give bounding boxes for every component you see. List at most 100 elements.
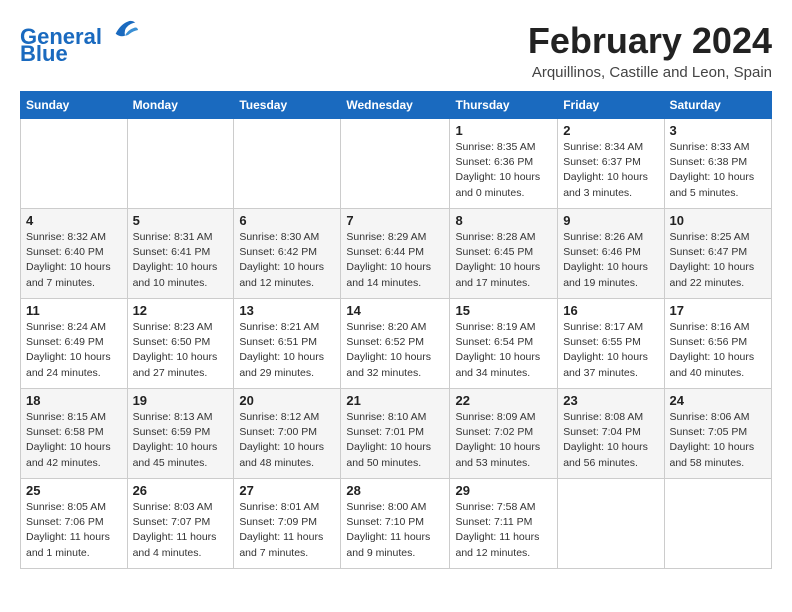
- day-number: 15: [455, 303, 552, 318]
- calendar-cell: 27 Sunrise: 8:01 AM Sunset: 7:09 PM Dayli…: [234, 479, 341, 569]
- day-number: 25: [26, 483, 122, 498]
- day-info: Sunrise: 8:24 AM Sunset: 6:49 PM Dayligh…: [26, 320, 122, 381]
- calendar-cell: 7 Sunrise: 8:29 AM Sunset: 6:44 PM Daylig…: [341, 209, 450, 299]
- calendar-cell: 18 Sunrise: 8:15 AM Sunset: 6:58 PM Dayli…: [21, 389, 128, 479]
- day-number: 5: [133, 213, 229, 228]
- day-info: Sunrise: 8:30 AM Sunset: 6:42 PM Dayligh…: [239, 230, 335, 291]
- day-number: 11: [26, 303, 122, 318]
- weekday-header-row: SundayMondayTuesdayWednesdayThursdayFrid…: [21, 92, 772, 119]
- calendar-cell: 1 Sunrise: 8:35 AM Sunset: 6:36 PM Daylig…: [450, 119, 558, 209]
- calendar-cell: 16 Sunrise: 8:17 AM Sunset: 6:55 PM Dayli…: [558, 299, 664, 389]
- day-info: Sunrise: 7:58 AM Sunset: 7:11 PM Dayligh…: [455, 500, 552, 561]
- day-number: 4: [26, 213, 122, 228]
- title-block: February 2024 Arquillinos, Castille and …: [528, 20, 772, 81]
- day-info: Sunrise: 8:12 AM Sunset: 7:00 PM Dayligh…: [239, 410, 335, 471]
- day-info: Sunrise: 8:06 AM Sunset: 7:05 PM Dayligh…: [670, 410, 767, 471]
- day-number: 23: [563, 393, 658, 408]
- day-number: 24: [670, 393, 767, 408]
- calendar-cell: [21, 119, 128, 209]
- day-info: Sunrise: 8:19 AM Sunset: 6:54 PM Dayligh…: [455, 320, 552, 381]
- day-number: 19: [133, 393, 229, 408]
- day-info: Sunrise: 8:16 AM Sunset: 6:56 PM Dayligh…: [670, 320, 767, 381]
- day-number: 22: [455, 393, 552, 408]
- day-info: Sunrise: 8:28 AM Sunset: 6:45 PM Dayligh…: [455, 230, 552, 291]
- calendar-cell: [127, 119, 234, 209]
- day-info: Sunrise: 8:01 AM Sunset: 7:09 PM Dayligh…: [239, 500, 335, 561]
- calendar-cell: [558, 479, 664, 569]
- day-info: Sunrise: 8:23 AM Sunset: 6:50 PM Dayligh…: [133, 320, 229, 381]
- logo: General Blue: [20, 25, 139, 67]
- calendar-week-4: 18 Sunrise: 8:15 AM Sunset: 6:58 PM Dayli…: [21, 389, 772, 479]
- month-year: February 2024: [528, 20, 772, 62]
- calendar-cell: 29Sunrise: 7:58 AM Sunset: 7:11 PM Dayli…: [450, 479, 558, 569]
- weekday-header-tuesday: Tuesday: [234, 92, 341, 119]
- day-info: Sunrise: 8:00 AM Sunset: 7:10 PM Dayligh…: [346, 500, 444, 561]
- weekday-header-friday: Friday: [558, 92, 664, 119]
- day-number: 17: [670, 303, 767, 318]
- day-info: Sunrise: 8:26 AM Sunset: 6:46 PM Dayligh…: [563, 230, 658, 291]
- calendar-cell: 10 Sunrise: 8:25 AM Sunset: 6:47 PM Dayli…: [664, 209, 772, 299]
- day-info: Sunrise: 8:35 AM Sunset: 6:36 PM Dayligh…: [455, 140, 552, 201]
- day-info: Sunrise: 8:05 AM Sunset: 7:06 PM Dayligh…: [26, 500, 122, 561]
- day-number: 8: [455, 213, 552, 228]
- day-info: Sunrise: 8:15 AM Sunset: 6:58 PM Dayligh…: [26, 410, 122, 471]
- calendar-cell: 12 Sunrise: 8:23 AM Sunset: 6:50 PM Dayli…: [127, 299, 234, 389]
- weekday-header-sunday: Sunday: [21, 92, 128, 119]
- calendar-table: SundayMondayTuesdayWednesdayThursdayFrid…: [20, 91, 772, 569]
- day-number: 12: [133, 303, 229, 318]
- calendar-cell: 9Sunrise: 8:26 AM Sunset: 6:46 PM Daylig…: [558, 209, 664, 299]
- day-number: 18: [26, 393, 122, 408]
- day-number: 6: [239, 213, 335, 228]
- day-number: 16: [563, 303, 658, 318]
- day-number: 20: [239, 393, 335, 408]
- calendar-cell: 20 Sunrise: 8:12 AM Sunset: 7:00 PM Dayli…: [234, 389, 341, 479]
- calendar-cell: 22 Sunrise: 8:09 AM Sunset: 7:02 PM Dayli…: [450, 389, 558, 479]
- day-info: Sunrise: 8:34 AM Sunset: 6:37 PM Dayligh…: [563, 140, 658, 201]
- day-info: Sunrise: 8:03 AM Sunset: 7:07 PM Dayligh…: [133, 500, 229, 561]
- calendar-cell: [664, 479, 772, 569]
- day-number: 13: [239, 303, 335, 318]
- day-info: Sunrise: 8:32 AM Sunset: 6:40 PM Dayligh…: [26, 230, 122, 291]
- day-number: 26: [133, 483, 229, 498]
- day-number: 28: [346, 483, 444, 498]
- day-info: Sunrise: 8:17 AM Sunset: 6:55 PM Dayligh…: [563, 320, 658, 381]
- calendar-cell: 28 Sunrise: 8:00 AM Sunset: 7:10 PM Dayli…: [341, 479, 450, 569]
- weekday-header-saturday: Saturday: [664, 92, 772, 119]
- header: General Blue February 2024 Arquillinos, …: [20, 20, 772, 81]
- calendar-cell: [341, 119, 450, 209]
- logo-bird-icon: [111, 16, 139, 44]
- day-info: Sunrise: 8:33 AM Sunset: 6:38 PM Dayligh…: [670, 140, 767, 201]
- day-number: 21: [346, 393, 444, 408]
- calendar-cell: 13 Sunrise: 8:21 AM Sunset: 6:51 PM Dayli…: [234, 299, 341, 389]
- calendar-cell: 8 Sunrise: 8:28 AM Sunset: 6:45 PM Daylig…: [450, 209, 558, 299]
- day-info: Sunrise: 8:09 AM Sunset: 7:02 PM Dayligh…: [455, 410, 552, 471]
- day-number: 2: [563, 123, 658, 138]
- calendar-cell: 24 Sunrise: 8:06 AM Sunset: 7:05 PM Dayli…: [664, 389, 772, 479]
- calendar-cell: 14Sunrise: 8:20 AM Sunset: 6:52 PM Dayli…: [341, 299, 450, 389]
- calendar-week-1: 1 Sunrise: 8:35 AM Sunset: 6:36 PM Daylig…: [21, 119, 772, 209]
- calendar-cell: 2 Sunrise: 8:34 AM Sunset: 6:37 PM Daylig…: [558, 119, 664, 209]
- calendar-week-5: 25 Sunrise: 8:05 AM Sunset: 7:06 PM Dayli…: [21, 479, 772, 569]
- day-info: Sunrise: 8:13 AM Sunset: 6:59 PM Dayligh…: [133, 410, 229, 471]
- calendar-cell: 3 Sunrise: 8:33 AM Sunset: 6:38 PM Daylig…: [664, 119, 772, 209]
- calendar-cell: 25 Sunrise: 8:05 AM Sunset: 7:06 PM Dayli…: [21, 479, 128, 569]
- calendar-cell: 17 Sunrise: 8:16 AM Sunset: 6:56 PM Dayli…: [664, 299, 772, 389]
- day-info: Sunrise: 8:21 AM Sunset: 6:51 PM Dayligh…: [239, 320, 335, 381]
- calendar-cell: 4 Sunrise: 8:32 AM Sunset: 6:40 PM Daylig…: [21, 209, 128, 299]
- calendar-cell: 26 Sunrise: 8:03 AM Sunset: 7:07 PM Dayli…: [127, 479, 234, 569]
- day-info: Sunrise: 8:31 AM Sunset: 6:41 PM Dayligh…: [133, 230, 229, 291]
- day-number: 3: [670, 123, 767, 138]
- weekday-header-wednesday: Wednesday: [341, 92, 450, 119]
- day-info: Sunrise: 8:10 AM Sunset: 7:01 PM Dayligh…: [346, 410, 444, 471]
- calendar-cell: 11 Sunrise: 8:24 AM Sunset: 6:49 PM Dayli…: [21, 299, 128, 389]
- day-number: 27: [239, 483, 335, 498]
- calendar-cell: 21 Sunrise: 8:10 AM Sunset: 7:01 PM Dayli…: [341, 389, 450, 479]
- day-number: 1: [455, 123, 552, 138]
- day-info: Sunrise: 8:20 AM Sunset: 6:52 PM Dayligh…: [346, 320, 444, 381]
- day-info: Sunrise: 8:29 AM Sunset: 6:44 PM Dayligh…: [346, 230, 444, 291]
- day-info: Sunrise: 8:25 AM Sunset: 6:47 PM Dayligh…: [670, 230, 767, 291]
- day-number: 7: [346, 213, 444, 228]
- day-number: 10: [670, 213, 767, 228]
- calendar-cell: 15 Sunrise: 8:19 AM Sunset: 6:54 PM Dayli…: [450, 299, 558, 389]
- calendar-cell: 23Sunrise: 8:08 AM Sunset: 7:04 PM Dayli…: [558, 389, 664, 479]
